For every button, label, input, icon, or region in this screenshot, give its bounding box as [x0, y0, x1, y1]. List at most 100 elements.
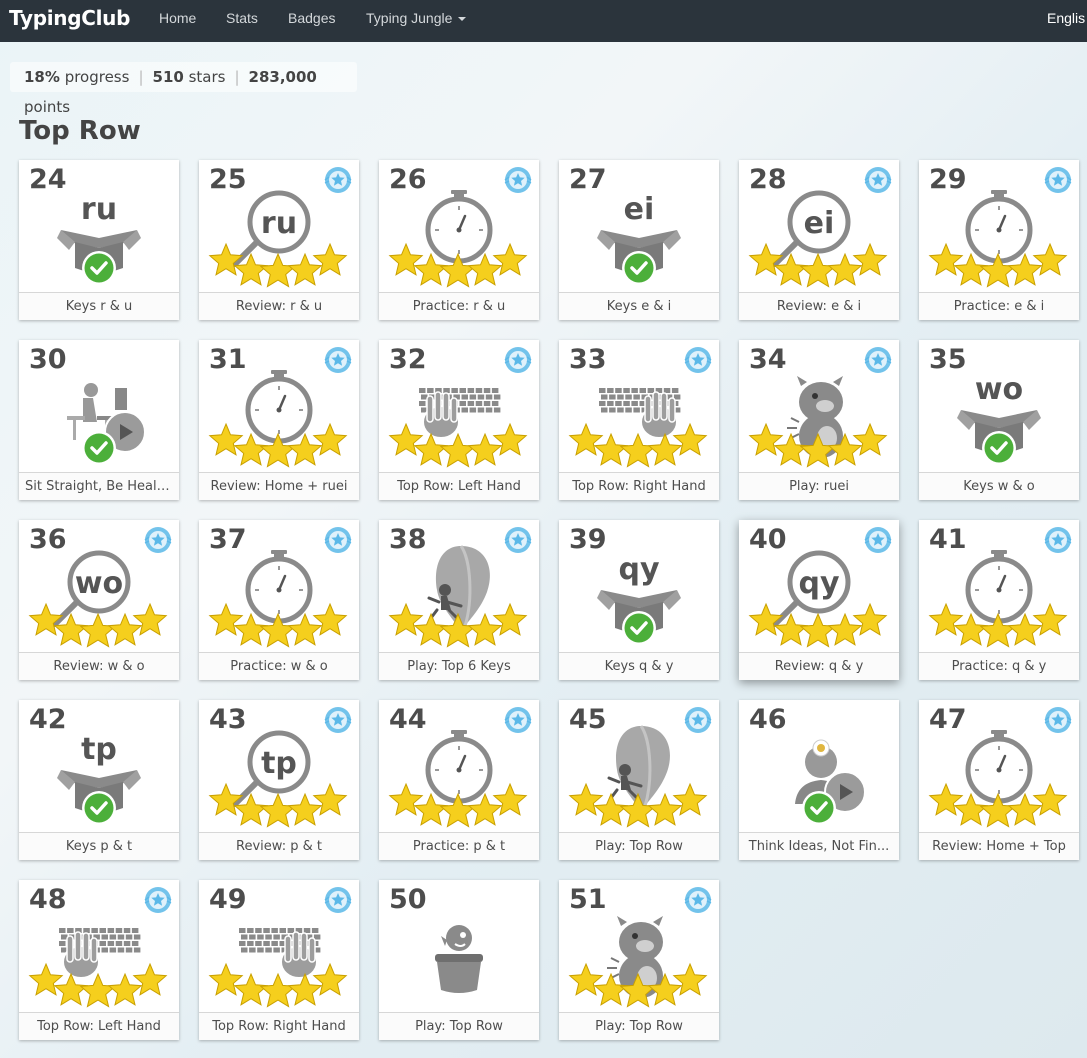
lesson-card[interactable]: 50 Play: Top Row — [379, 880, 539, 1040]
star-icon — [827, 612, 863, 646]
star-icon — [672, 422, 708, 456]
lesson-card[interactable]: 45 Play: Top Row — [559, 700, 719, 860]
star-icon — [79, 612, 117, 648]
star-icon — [388, 782, 424, 816]
mastery-badge-icon — [324, 527, 352, 553]
lesson-card[interactable]: 41 Practice: q & y — [919, 520, 1079, 680]
lesson-title: Keys e & i — [559, 292, 719, 320]
points-label: points — [24, 98, 71, 116]
hand-icon — [640, 391, 678, 439]
lesson-card[interactable]: 37 Practice: w & o — [199, 520, 359, 680]
star-icon — [1032, 602, 1068, 636]
lesson-card[interactable]: 31 Review: Home + ruei — [199, 340, 359, 500]
star-icon — [208, 602, 244, 636]
lesson-number: 34 — [749, 344, 787, 375]
lesson-card[interactable]: tp 43 Review: p & t — [199, 700, 359, 860]
star-icon — [233, 972, 269, 1006]
star-icon — [312, 962, 348, 996]
star-icon — [79, 972, 117, 1008]
lesson-card[interactable]: 49 Top Row: Right Hand — [199, 880, 359, 1040]
nav-typing-jungle[interactable]: Typing Jungle — [366, 10, 467, 26]
lesson-card[interactable]: ei 27 Keys e & i — [559, 160, 719, 320]
lesson-card[interactable]: wo 35 Keys w & o — [919, 340, 1079, 500]
stopwatch-icon — [245, 370, 313, 444]
stopwatch-icon — [965, 550, 1033, 624]
lesson-card[interactable]: ei 28 Review: e & i — [739, 160, 899, 320]
lesson-keys-text: ru — [261, 206, 297, 241]
lesson-title: Practice: w & o — [199, 652, 359, 680]
star-icon — [439, 432, 477, 468]
lesson-number: 42 — [29, 704, 67, 735]
top-navbar: TypingClub Home Stats Badges Typing Jung… — [0, 0, 1087, 42]
mastery-badge-icon — [504, 527, 532, 553]
stopwatch-icon — [965, 190, 1033, 264]
lesson-card[interactable]: 46 Think Ideas, Not Fin... — [739, 700, 899, 860]
lesson-title: Practice: q & y — [919, 652, 1079, 680]
lesson-card[interactable]: 48 Top Row: Left Hand — [19, 880, 179, 1040]
lesson-card[interactable]: 34 Play: ruei — [739, 340, 899, 500]
lesson-number: 31 — [209, 344, 247, 375]
lesson-title: Practice: r & u — [379, 292, 539, 320]
star-icon — [492, 242, 528, 276]
lesson-card[interactable]: ru 24 Keys r & u — [19, 160, 179, 320]
lesson-card[interactable]: 38 Play: Top 6 Keys — [379, 520, 539, 680]
star-icon — [467, 612, 503, 646]
lesson-title: Keys q & y — [559, 652, 719, 680]
nav-stats[interactable]: Stats — [226, 10, 258, 26]
star-icon — [1032, 242, 1068, 276]
star-icon — [672, 962, 708, 996]
nav-home[interactable]: Home — [159, 10, 196, 26]
lesson-card[interactable]: wo 36 Review: w & o — [19, 520, 179, 680]
lesson-title: Think Ideas, Not Fin... — [739, 832, 899, 860]
star-icon — [132, 602, 168, 636]
mastery-badge-icon — [144, 527, 172, 553]
lesson-card[interactable]: 30 Sit Straight, Be Healt... — [19, 340, 179, 500]
check-icon — [622, 251, 656, 285]
star-icon — [492, 782, 528, 816]
lesson-title: Play: Top Row — [379, 1012, 539, 1040]
lesson-card[interactable]: 33 Top Row: Right Hand — [559, 340, 719, 500]
stopwatch-icon — [425, 730, 493, 804]
lesson-card[interactable]: 26 Practice: r & u — [379, 160, 539, 320]
lesson-number: 51 — [569, 884, 607, 915]
lesson-card[interactable]: 44 Practice: p & t — [379, 700, 539, 860]
lesson-card[interactable]: 51 Play: Top Row — [559, 880, 719, 1040]
mastery-badge-icon — [144, 887, 172, 913]
star-icon — [748, 242, 784, 276]
lesson-number: 44 — [389, 704, 427, 735]
brand-logo[interactable]: TypingClub — [9, 6, 130, 30]
stopwatch-icon — [965, 730, 1033, 804]
star-icon — [568, 962, 604, 996]
lesson-number: 36 — [29, 524, 67, 555]
star-icon — [1032, 782, 1068, 816]
star-icon — [748, 422, 784, 456]
star-icon — [312, 422, 348, 456]
mastery-badge-icon — [324, 347, 352, 373]
star-icon — [672, 782, 708, 816]
star-icon — [492, 422, 528, 456]
lesson-number: 28 — [749, 164, 787, 195]
star-icon — [827, 252, 863, 286]
mastery-badge-icon — [504, 167, 532, 193]
lesson-card[interactable]: ru 25 Review: r & u — [199, 160, 359, 320]
lesson-card[interactable]: 29 Practice: e & i — [919, 160, 1079, 320]
star-icon — [928, 782, 964, 816]
lesson-number: 41 — [929, 524, 967, 555]
lesson-card[interactable]: qy 40 Review: q & y — [739, 520, 899, 680]
lesson-card[interactable]: tp 42 Keys p & t — [19, 700, 179, 860]
lesson-title: Keys r & u — [19, 292, 179, 320]
lesson-title: Top Row: Left Hand — [379, 472, 539, 500]
lesson-card[interactable]: 32 Top Row: Left Hand — [379, 340, 539, 500]
lesson-title: Practice: e & i — [919, 292, 1079, 320]
mastery-badge-icon — [1044, 707, 1072, 733]
mastery-badge-icon — [684, 887, 712, 913]
lesson-title: Practice: p & t — [379, 832, 539, 860]
caret-down-icon — [458, 17, 467, 22]
lesson-card[interactable]: qy 39 Keys q & y — [559, 520, 719, 680]
language-selector[interactable]: Englis — [1047, 10, 1085, 26]
lesson-number: 30 — [29, 344, 67, 375]
star-icon — [852, 422, 888, 456]
lesson-title: Review: p & t — [199, 832, 359, 860]
lesson-card[interactable]: 47 Review: Home + Top — [919, 700, 1079, 860]
nav-badges[interactable]: Badges — [288, 10, 335, 26]
